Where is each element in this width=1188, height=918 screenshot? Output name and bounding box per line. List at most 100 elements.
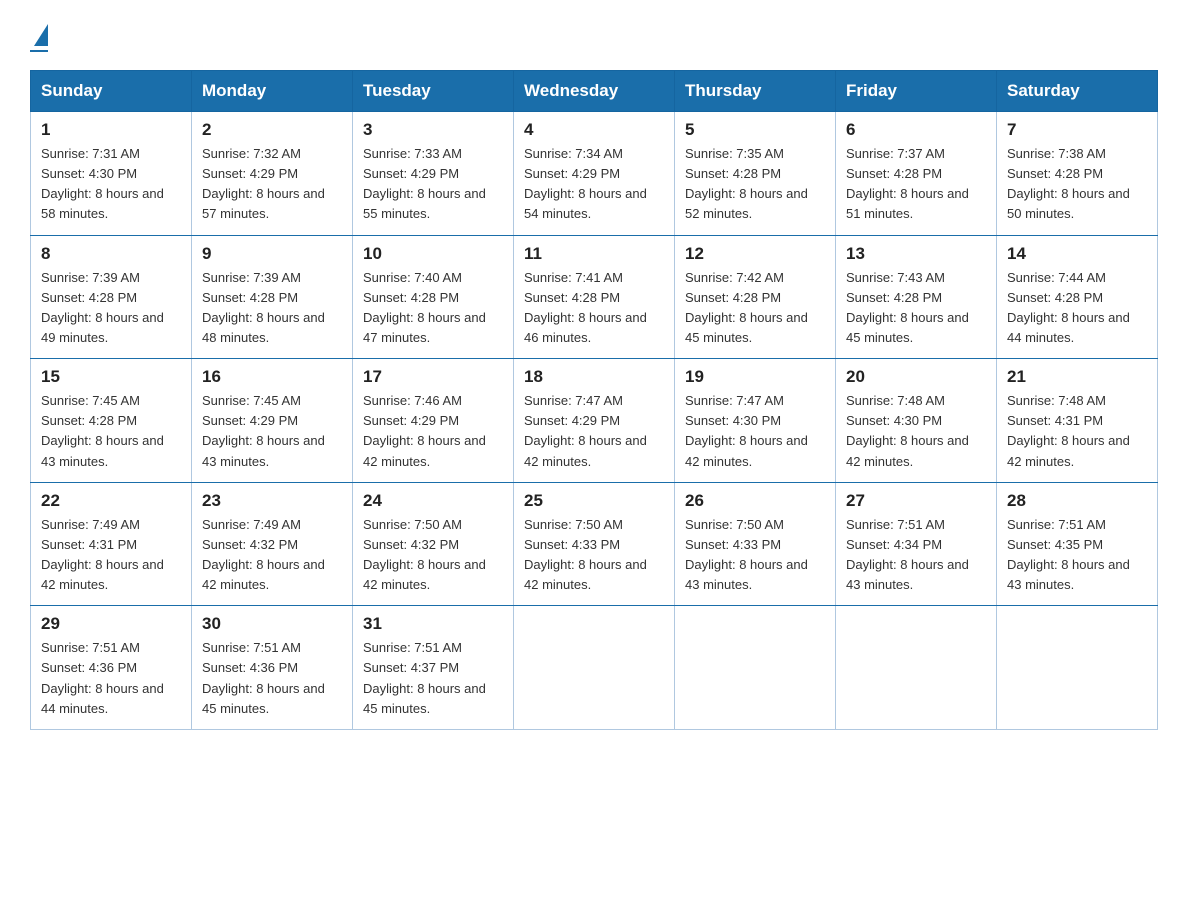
logo xyxy=(30,24,48,52)
weekday-header-wednesday: Wednesday xyxy=(514,71,675,112)
weekday-header-saturday: Saturday xyxy=(997,71,1158,112)
calendar-cell xyxy=(675,606,836,730)
day-info: Sunrise: 7:38 AMSunset: 4:28 PMDaylight:… xyxy=(1007,144,1147,225)
day-number: 23 xyxy=(202,491,342,511)
day-info: Sunrise: 7:44 AMSunset: 4:28 PMDaylight:… xyxy=(1007,268,1147,349)
calendar-cell: 14 Sunrise: 7:44 AMSunset: 4:28 PMDayligh… xyxy=(997,235,1158,359)
day-info: Sunrise: 7:51 AMSunset: 4:37 PMDaylight:… xyxy=(363,638,503,719)
day-info: Sunrise: 7:50 AMSunset: 4:32 PMDaylight:… xyxy=(363,515,503,596)
calendar-cell: 7 Sunrise: 7:38 AMSunset: 4:28 PMDaylight… xyxy=(997,112,1158,236)
day-number: 16 xyxy=(202,367,342,387)
calendar-cell: 27 Sunrise: 7:51 AMSunset: 4:34 PMDayligh… xyxy=(836,482,997,606)
calendar-cell: 31 Sunrise: 7:51 AMSunset: 4:37 PMDayligh… xyxy=(353,606,514,730)
day-number: 5 xyxy=(685,120,825,140)
day-info: Sunrise: 7:34 AMSunset: 4:29 PMDaylight:… xyxy=(524,144,664,225)
logo-underline xyxy=(30,50,48,52)
day-info: Sunrise: 7:40 AMSunset: 4:28 PMDaylight:… xyxy=(363,268,503,349)
calendar-cell: 22Sunrise: 7:49 AMSunset: 4:31 PMDayligh… xyxy=(31,482,192,606)
day-number: 30 xyxy=(202,614,342,634)
calendar-cell: 19 Sunrise: 7:47 AMSunset: 4:30 PMDayligh… xyxy=(675,359,836,483)
day-number: 6 xyxy=(846,120,986,140)
calendar-cell: 28Sunrise: 7:51 AMSunset: 4:35 PMDayligh… xyxy=(997,482,1158,606)
weekday-header-tuesday: Tuesday xyxy=(353,71,514,112)
logo-triangle-icon xyxy=(34,24,48,46)
day-info: Sunrise: 7:32 AMSunset: 4:29 PMDaylight:… xyxy=(202,144,342,225)
day-number: 29 xyxy=(41,614,181,634)
calendar-cell: 30 Sunrise: 7:51 AMSunset: 4:36 PMDayligh… xyxy=(192,606,353,730)
day-info: Sunrise: 7:47 AMSunset: 4:30 PMDaylight:… xyxy=(685,391,825,472)
day-info: Sunrise: 7:46 AMSunset: 4:29 PMDaylight:… xyxy=(363,391,503,472)
day-number: 2 xyxy=(202,120,342,140)
day-number: 31 xyxy=(363,614,503,634)
calendar-week-row: 1Sunrise: 7:31 AMSunset: 4:30 PMDaylight… xyxy=(31,112,1158,236)
calendar-cell: 4 Sunrise: 7:34 AMSunset: 4:29 PMDaylight… xyxy=(514,112,675,236)
day-info: Sunrise: 7:49 AMSunset: 4:31 PMDaylight:… xyxy=(41,515,181,596)
calendar-cell: 18 Sunrise: 7:47 AMSunset: 4:29 PMDayligh… xyxy=(514,359,675,483)
day-number: 1 xyxy=(41,120,181,140)
calendar-header: SundayMondayTuesdayWednesdayThursdayFrid… xyxy=(31,71,1158,112)
day-number: 11 xyxy=(524,244,664,264)
day-info: Sunrise: 7:33 AMSunset: 4:29 PMDaylight:… xyxy=(363,144,503,225)
day-number: 28 xyxy=(1007,491,1147,511)
calendar-week-row: 29 Sunrise: 7:51 AMSunset: 4:36 PMDayligh… xyxy=(31,606,1158,730)
calendar-cell: 17 Sunrise: 7:46 AMSunset: 4:29 PMDayligh… xyxy=(353,359,514,483)
day-info: Sunrise: 7:47 AMSunset: 4:29 PMDaylight:… xyxy=(524,391,664,472)
calendar-cell: 2 Sunrise: 7:32 AMSunset: 4:29 PMDaylight… xyxy=(192,112,353,236)
calendar-cell: 3 Sunrise: 7:33 AMSunset: 4:29 PMDaylight… xyxy=(353,112,514,236)
day-info: Sunrise: 7:39 AMSunset: 4:28 PMDaylight:… xyxy=(202,268,342,349)
day-info: Sunrise: 7:39 AMSunset: 4:28 PMDaylight:… xyxy=(41,268,181,349)
day-info: Sunrise: 7:48 AMSunset: 4:30 PMDaylight:… xyxy=(846,391,986,472)
weekday-header-sunday: Sunday xyxy=(31,71,192,112)
day-info: Sunrise: 7:50 AMSunset: 4:33 PMDaylight:… xyxy=(524,515,664,596)
day-number: 15 xyxy=(41,367,181,387)
calendar-cell: 8 Sunrise: 7:39 AMSunset: 4:28 PMDaylight… xyxy=(31,235,192,359)
day-number: 25 xyxy=(524,491,664,511)
day-number: 10 xyxy=(363,244,503,264)
day-number: 21 xyxy=(1007,367,1147,387)
day-number: 20 xyxy=(846,367,986,387)
weekday-header-friday: Friday xyxy=(836,71,997,112)
day-info: Sunrise: 7:45 AMSunset: 4:28 PMDaylight:… xyxy=(41,391,181,472)
day-number: 3 xyxy=(363,120,503,140)
calendar-cell: 25 Sunrise: 7:50 AMSunset: 4:33 PMDayligh… xyxy=(514,482,675,606)
day-number: 7 xyxy=(1007,120,1147,140)
page-header xyxy=(30,24,1158,52)
calendar-cell: 13Sunrise: 7:43 AMSunset: 4:28 PMDayligh… xyxy=(836,235,997,359)
day-number: 19 xyxy=(685,367,825,387)
calendar-cell: 11Sunrise: 7:41 AMSunset: 4:28 PMDayligh… xyxy=(514,235,675,359)
day-number: 12 xyxy=(685,244,825,264)
calendar-cell: 1Sunrise: 7:31 AMSunset: 4:30 PMDaylight… xyxy=(31,112,192,236)
day-info: Sunrise: 7:42 AMSunset: 4:28 PMDaylight:… xyxy=(685,268,825,349)
day-number: 17 xyxy=(363,367,503,387)
day-number: 24 xyxy=(363,491,503,511)
day-number: 4 xyxy=(524,120,664,140)
day-number: 13 xyxy=(846,244,986,264)
calendar-body: 1Sunrise: 7:31 AMSunset: 4:30 PMDaylight… xyxy=(31,112,1158,730)
day-number: 27 xyxy=(846,491,986,511)
calendar-cell: 21 Sunrise: 7:48 AMSunset: 4:31 PMDayligh… xyxy=(997,359,1158,483)
calendar-cell: 6Sunrise: 7:37 AMSunset: 4:28 PMDaylight… xyxy=(836,112,997,236)
day-info: Sunrise: 7:35 AMSunset: 4:28 PMDaylight:… xyxy=(685,144,825,225)
day-number: 14 xyxy=(1007,244,1147,264)
calendar-cell: 9Sunrise: 7:39 AMSunset: 4:28 PMDaylight… xyxy=(192,235,353,359)
weekday-header-thursday: Thursday xyxy=(675,71,836,112)
day-info: Sunrise: 7:51 AMSunset: 4:34 PMDaylight:… xyxy=(846,515,986,596)
calendar-cell xyxy=(997,606,1158,730)
day-number: 18 xyxy=(524,367,664,387)
calendar-cell xyxy=(836,606,997,730)
calendar-cell: 23Sunrise: 7:49 AMSunset: 4:32 PMDayligh… xyxy=(192,482,353,606)
day-number: 26 xyxy=(685,491,825,511)
day-info: Sunrise: 7:48 AMSunset: 4:31 PMDaylight:… xyxy=(1007,391,1147,472)
calendar-cell: 20 Sunrise: 7:48 AMSunset: 4:30 PMDayligh… xyxy=(836,359,997,483)
calendar-cell: 26Sunrise: 7:50 AMSunset: 4:33 PMDayligh… xyxy=(675,482,836,606)
weekday-header-row: SundayMondayTuesdayWednesdayThursdayFrid… xyxy=(31,71,1158,112)
calendar-cell: 24 Sunrise: 7:50 AMSunset: 4:32 PMDayligh… xyxy=(353,482,514,606)
calendar-table: SundayMondayTuesdayWednesdayThursdayFrid… xyxy=(30,70,1158,730)
calendar-cell xyxy=(514,606,675,730)
day-number: 8 xyxy=(41,244,181,264)
calendar-week-row: 15 Sunrise: 7:45 AMSunset: 4:28 PMDayligh… xyxy=(31,359,1158,483)
day-info: Sunrise: 7:51 AMSunset: 4:36 PMDaylight:… xyxy=(202,638,342,719)
day-info: Sunrise: 7:51 AMSunset: 4:36 PMDaylight:… xyxy=(41,638,181,719)
calendar-cell: 15 Sunrise: 7:45 AMSunset: 4:28 PMDayligh… xyxy=(31,359,192,483)
calendar-week-row: 8 Sunrise: 7:39 AMSunset: 4:28 PMDaylight… xyxy=(31,235,1158,359)
